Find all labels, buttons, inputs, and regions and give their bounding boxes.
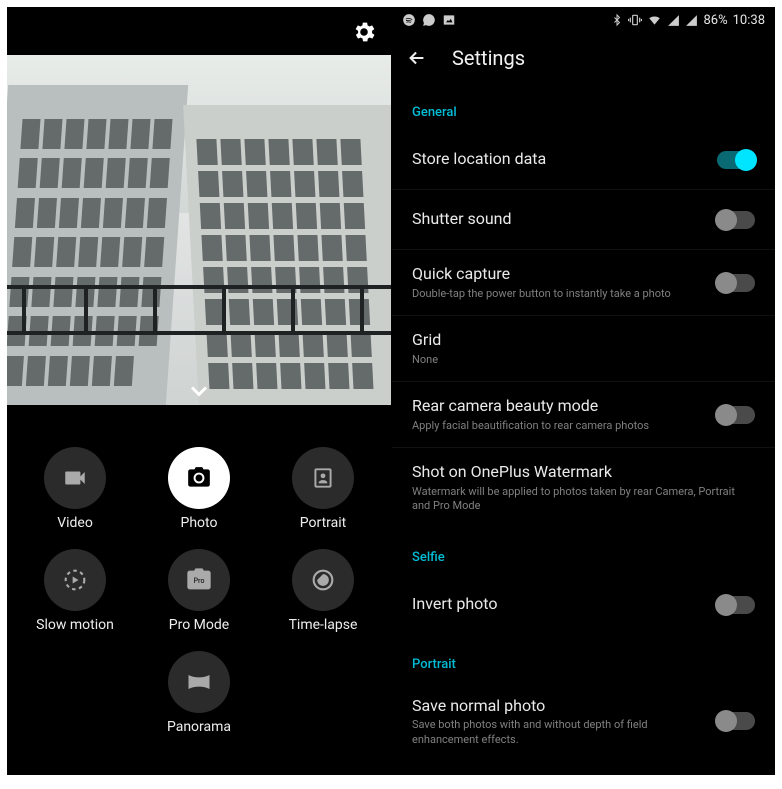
row-store-location[interactable]: Store location data: [392, 130, 775, 190]
signal-icon-1: [667, 14, 680, 27]
camera-icon: [168, 447, 230, 509]
portrait-icon: [292, 447, 354, 509]
page-title: Settings: [452, 46, 525, 70]
svg-text:Pro: Pro: [194, 577, 205, 585]
chat-icon: [422, 13, 436, 27]
wifi-icon: [647, 13, 662, 27]
camera-screen: Video Photo Portrait Slow motion: [7, 7, 391, 775]
camera-mode-grid: Video Photo Portrait Slow motion: [7, 437, 391, 735]
vibrate-icon: [628, 13, 642, 27]
section-portrait: Portrait: [392, 635, 775, 682]
section-general: General: [392, 83, 775, 130]
mode-pro[interactable]: Pro Pro Mode: [155, 549, 243, 633]
mode-panorama[interactable]: Panorama: [155, 651, 243, 735]
toggle-invert-photo[interactable]: [717, 596, 755, 614]
panorama-icon: [168, 651, 230, 713]
toggle-beauty-mode[interactable]: [717, 406, 755, 424]
battery-text: 86%: [703, 13, 727, 28]
clock-text: 10:38: [733, 13, 765, 28]
row-watermark[interactable]: Shot on OnePlus Watermark Watermark will…: [392, 448, 775, 527]
toggle-quick-capture[interactable]: [717, 274, 755, 292]
chevron-down-icon[interactable]: [185, 377, 213, 397]
slow-motion-icon: [44, 549, 106, 611]
mode-video[interactable]: Video: [31, 447, 119, 531]
signal-icon-2: [685, 14, 698, 27]
status-bar: 86% 10:38: [392, 7, 775, 33]
mode-portrait[interactable]: Portrait: [279, 447, 367, 531]
bluetooth-icon: [611, 13, 623, 27]
mode-photo[interactable]: Photo: [155, 447, 243, 531]
settings-screen: 86% 10:38 Settings General Store locatio…: [391, 7, 775, 775]
mode-time-lapse[interactable]: Time-lapse: [279, 549, 367, 633]
row-beauty-mode[interactable]: Rear camera beauty mode Apply facial bea…: [392, 382, 775, 448]
back-button[interactable]: [406, 47, 428, 69]
pro-mode-icon: Pro: [168, 549, 230, 611]
row-quick-capture[interactable]: Quick capture Double-tap the power butto…: [392, 250, 775, 316]
row-save-normal[interactable]: Save normal photo Save both photos with …: [392, 682, 775, 761]
toggle-store-location[interactable]: [717, 151, 755, 169]
spotify-icon: [402, 13, 416, 27]
camera-viewfinder[interactable]: [7, 55, 391, 405]
time-lapse-icon: [292, 549, 354, 611]
toggle-shutter-sound[interactable]: [717, 211, 755, 229]
mode-slow-motion[interactable]: Slow motion: [31, 549, 119, 633]
row-grid[interactable]: Grid None: [392, 316, 775, 382]
section-selfie: Selfie: [392, 528, 775, 575]
video-icon: [44, 447, 106, 509]
row-invert-photo[interactable]: Invert photo: [392, 575, 775, 635]
settings-gear-icon[interactable]: [351, 19, 377, 45]
row-shutter-sound[interactable]: Shutter sound: [392, 190, 775, 250]
settings-header: Settings: [392, 33, 775, 83]
image-icon: [442, 13, 456, 27]
toggle-save-normal[interactable]: [717, 712, 755, 730]
